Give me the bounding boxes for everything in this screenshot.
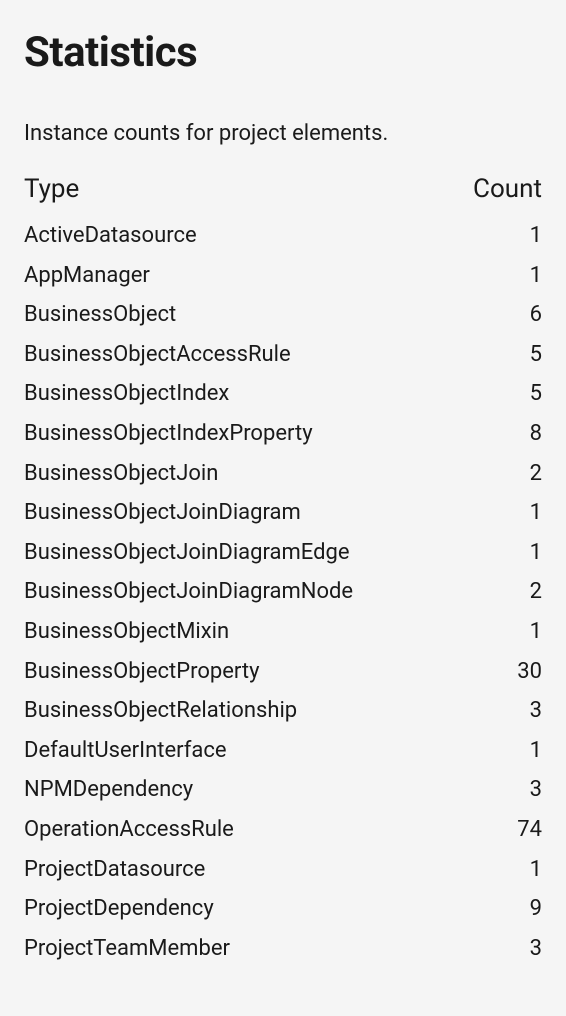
cell-count: 30 <box>462 652 542 692</box>
table-row: DefaultUserInterface1 <box>24 731 542 771</box>
table-row: ActiveDatasource1 <box>24 216 542 256</box>
header-count: Count <box>462 174 542 204</box>
cell-count: 1 <box>462 493 542 533</box>
cell-count: 1 <box>462 216 542 256</box>
cell-type: BusinessObjectIndex <box>24 374 462 414</box>
cell-count: 1 <box>462 256 542 296</box>
table-row: BusinessObjectIndex5 <box>24 374 542 414</box>
table-row: ProjectDatasource1 <box>24 850 542 890</box>
table-row: BusinessObjectMixin1 <box>24 612 542 652</box>
cell-count: 3 <box>462 691 542 731</box>
table-row: BusinessObjectAccessRule5 <box>24 335 542 375</box>
cell-count: 1 <box>462 731 542 771</box>
table-row: BusinessObjectProperty30 <box>24 652 542 692</box>
table-row: BusinessObjectJoinDiagramEdge1 <box>24 533 542 573</box>
cell-count: 6 <box>462 295 542 335</box>
cell-type: ActiveDatasource <box>24 216 462 256</box>
cell-count: 3 <box>462 929 542 969</box>
cell-count: 8 <box>462 414 542 454</box>
cell-count: 2 <box>462 454 542 494</box>
cell-type: BusinessObjectProperty <box>24 652 462 692</box>
cell-type: BusinessObjectIndexProperty <box>24 414 462 454</box>
table-row: BusinessObjectJoinDiagramNode2 <box>24 572 542 612</box>
cell-count: 1 <box>462 612 542 652</box>
cell-count: 2 <box>462 572 542 612</box>
cell-type: BusinessObjectJoinDiagramNode <box>24 572 462 612</box>
cell-type: BusinessObjectAccessRule <box>24 335 462 375</box>
cell-type: BusinessObjectJoin <box>24 454 462 494</box>
table-row: BusinessObjectJoin2 <box>24 454 542 494</box>
subtitle: Instance counts for project elements. <box>24 121 542 146</box>
page-title: Statistics <box>24 28 542 77</box>
cell-type: ProjectDependency <box>24 889 462 929</box>
cell-count: 5 <box>462 374 542 414</box>
table-row: BusinessObjectIndexProperty8 <box>24 414 542 454</box>
stats-table: Type Count ActiveDatasource1AppManager1B… <box>24 174 542 968</box>
cell-count: 74 <box>462 810 542 850</box>
cell-type: AppManager <box>24 256 462 296</box>
cell-count: 9 <box>462 889 542 929</box>
cell-type: NPMDependency <box>24 770 462 810</box>
cell-count: 5 <box>462 335 542 375</box>
table-row: AppManager1 <box>24 256 542 296</box>
table-row: NPMDependency3 <box>24 770 542 810</box>
cell-type: BusinessObjectMixin <box>24 612 462 652</box>
table-row: BusinessObjectRelationship3 <box>24 691 542 731</box>
cell-type: ProjectTeamMember <box>24 929 462 969</box>
table-row: ProjectDependency9 <box>24 889 542 929</box>
cell-type: DefaultUserInterface <box>24 731 462 771</box>
table-row: OperationAccessRule74 <box>24 810 542 850</box>
header-type: Type <box>24 174 462 204</box>
table-header: Type Count <box>24 174 542 204</box>
table-row: BusinessObjectJoinDiagram1 <box>24 493 542 533</box>
cell-type: BusinessObjectJoinDiagram <box>24 493 462 533</box>
table-row: BusinessObject6 <box>24 295 542 335</box>
cell-type: BusinessObject <box>24 295 462 335</box>
table-row: ProjectTeamMember3 <box>24 929 542 969</box>
cell-count: 3 <box>462 770 542 810</box>
cell-count: 1 <box>462 533 542 573</box>
cell-type: BusinessObjectRelationship <box>24 691 462 731</box>
cell-type: OperationAccessRule <box>24 810 462 850</box>
cell-type: ProjectDatasource <box>24 850 462 890</box>
cell-type: BusinessObjectJoinDiagramEdge <box>24 533 462 573</box>
cell-count: 1 <box>462 850 542 890</box>
